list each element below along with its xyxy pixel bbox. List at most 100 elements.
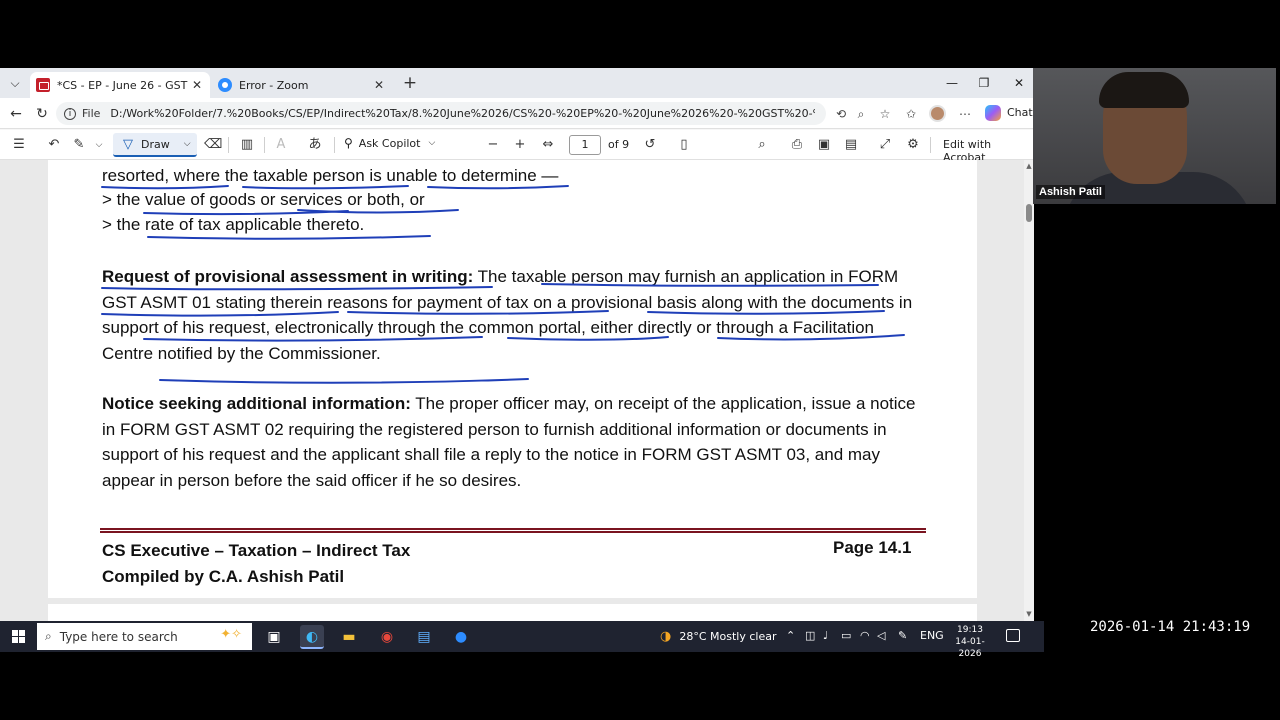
edge-browser-icon[interactable]: ◐ — [300, 625, 324, 649]
highlight-chevron-icon[interactable]: ⌵ — [90, 136, 108, 154]
tab-title: Error - Zoom — [239, 78, 309, 92]
back-arrow-icon[interactable]: ← — [6, 104, 26, 124]
search-highlight-icon: ✦✧ — [220, 627, 242, 642]
taskbar-clock[interactable]: 19:13 14-01-2026 — [946, 624, 994, 660]
chrome-icon[interactable]: ◉ — [375, 625, 399, 649]
language-indicator[interactable]: ENG — [920, 629, 944, 642]
moon-weather-icon: ◑ — [660, 629, 672, 644]
scroll-thumb[interactable] — [1026, 204, 1032, 222]
save-icon[interactable]: ▣ — [815, 136, 833, 154]
copilot-chevron-icon: ⌵ — [428, 138, 436, 148]
minimize-icon[interactable]: — — [940, 74, 964, 92]
ink-underline — [297, 209, 459, 214]
chat-label[interactable]: Chat — [1007, 106, 1033, 119]
search-icon[interactable]: ⌕ — [753, 136, 771, 154]
ask-copilot-button[interactable]: ⚲ Ask Copilot ⌵ — [344, 136, 435, 150]
expand-icon[interactable]: ⤢ — [876, 136, 894, 154]
toolbar-divider — [264, 137, 265, 153]
page-view-icon[interactable]: ▥ — [238, 136, 256, 154]
paragraph-notice: Notice seeking additional information: T… — [102, 391, 922, 493]
url-text[interactable]: D:/Work%20Folder/7.%20Books/CS/EP/Indire… — [110, 107, 815, 120]
battery-icon[interactable]: ▭ — [841, 629, 851, 642]
close-tab-icon[interactable]: ✕ — [372, 78, 386, 92]
undo-icon[interactable]: ↶ — [45, 136, 63, 154]
windows-start-icon[interactable] — [12, 630, 25, 643]
url-scheme-label: File — [82, 107, 101, 120]
pen-tray-icon[interactable]: ✎ — [898, 629, 907, 642]
profile-avatar[interactable] — [929, 105, 946, 122]
refresh-icon[interactable]: ↻ — [32, 104, 52, 124]
text-icon: A — [276, 137, 286, 152]
scroll-down-arrow-icon[interactable]: ▼ — [1025, 610, 1033, 618]
new-tab-plus-icon[interactable]: + — [400, 73, 420, 93]
document-line: resorted, where the taxable person is un… — [102, 166, 559, 185]
zoom-app-icon[interactable]: ● — [449, 625, 473, 649]
pdf-viewport[interactable]: resorted, where the taxable person is un… — [0, 160, 1034, 621]
ink-underline — [143, 210, 349, 216]
ask-copilot-label: Ask Copilot — [358, 136, 421, 150]
browser-window: ⌵ *CS - EP - June 26 - GST - Ch.14 - Ass… — [0, 68, 1034, 621]
toolbar-divider — [930, 137, 931, 153]
tab-title: *CS - EP - June 26 - GST - Ch.14 - Asses… — [57, 78, 190, 92]
file-explorer-icon[interactable]: ▬ — [337, 625, 361, 649]
translate-icon[interactable]: あ — [306, 136, 324, 154]
tab-strip: ⌵ *CS - EP - June 26 - GST - Ch.14 - Ass… — [0, 68, 1034, 98]
pdf-page: resorted, where the taxable person is un… — [48, 160, 977, 598]
footer-page-number: Page 14.1 — [833, 538, 912, 557]
save-as-icon[interactable]: ▤ — [842, 136, 860, 154]
clock-time: 19:13 — [957, 625, 983, 635]
address-input[interactable]: i File D:/Work%20Folder/7.%20Books/CS/EP… — [56, 102, 826, 125]
tab-zoom-error[interactable]: Error - Zoom ✕ — [212, 72, 392, 98]
eraser-icon[interactable]: ⌫ — [204, 136, 222, 154]
toolbar-divider — [334, 137, 335, 153]
tab-list-chevron-icon[interactable]: ⌵ — [4, 74, 26, 92]
tab-pdf-document[interactable]: *CS - EP - June 26 - GST - Ch.14 - Asses… — [30, 72, 210, 98]
restore-icon[interactable]: ❐ — [972, 74, 996, 92]
taskbar-search-input[interactable]: ⌕ Type here to search ✦✧ — [37, 623, 252, 650]
wifi-icon[interactable]: ◠ — [860, 629, 870, 642]
draw-button[interactable]: ▽ Draw ⌵ — [113, 133, 197, 157]
highlight-icon[interactable]: ✎ — [70, 136, 88, 154]
page-footer-left: CS Executive – Taxation – Indirect Tax C… — [102, 538, 410, 589]
clock-date: 14-01-2026 — [955, 637, 985, 659]
close-tab-icon[interactable]: ✕ — [190, 78, 204, 92]
zoom-in-icon[interactable]: + — [511, 136, 529, 154]
tray-chevron-icon[interactable]: ⌃ — [786, 629, 795, 642]
page-number-input[interactable]: 1 — [569, 135, 601, 155]
rotate-icon[interactable]: ↺ — [641, 136, 659, 154]
zoom-out-icon[interactable]: − — [484, 136, 502, 154]
participant-video: Ashish Patil — [1033, 68, 1276, 204]
ink-underline — [147, 235, 431, 240]
favorite-star-icon[interactable]: ☆ — [876, 105, 894, 123]
copilot-icon[interactable] — [985, 105, 1001, 121]
pen-icon: ▽ — [123, 136, 133, 152]
info-icon[interactable]: i — [64, 107, 76, 120]
read-aloud-icon[interactable]: ⟲ — [832, 105, 850, 123]
vertical-scrollbar[interactable]: ▲ ▼ — [1024, 160, 1034, 621]
address-bar-row: ← ↻ i File D:/Work%20Folder/7.%20Books/C… — [0, 98, 1034, 129]
table-of-contents-icon[interactable]: ☰ — [10, 136, 28, 154]
zoom-lens-icon[interactable]: ⌕ — [852, 105, 870, 123]
windows-taskbar: ⌕ Type here to search ✦✧ ▣ ◐ ▬ ◉ ▤ ● ◑ 2… — [0, 621, 1044, 659]
ink-underline — [159, 378, 529, 384]
paragraph-heading: Notice seeking additional information: — [102, 394, 411, 413]
microphone-icon[interactable]: ♩ — [823, 629, 828, 642]
camera-icon[interactable]: ◫ — [805, 629, 815, 642]
close-window-icon[interactable]: ✕ — [1007, 74, 1031, 92]
weather-widget[interactable]: ◑ 28°C Mostly clear — [660, 629, 776, 644]
app-icon[interactable]: ▤ — [412, 625, 436, 649]
more-options-icon[interactable]: ⋯ — [956, 105, 974, 123]
draw-chevron-icon: ⌵ — [183, 139, 191, 149]
scroll-up-arrow-icon[interactable]: ▲ — [1025, 162, 1033, 170]
print-icon[interactable]: ⎙ — [788, 136, 806, 154]
participant-hair — [1099, 72, 1189, 108]
fit-page-icon[interactable]: ⇔ — [539, 136, 557, 154]
favorites-icon[interactable]: ✩ — [902, 105, 920, 123]
draw-label: Draw — [141, 137, 170, 151]
two-page-icon[interactable]: ▯ — [675, 136, 693, 154]
footer-divider — [100, 528, 926, 533]
settings-gear-icon[interactable]: ⚙ — [904, 136, 922, 154]
volume-icon[interactable]: ◁ — [877, 629, 885, 642]
notification-icon[interactable] — [1006, 629, 1020, 642]
task-view-icon[interactable]: ▣ — [262, 625, 286, 649]
